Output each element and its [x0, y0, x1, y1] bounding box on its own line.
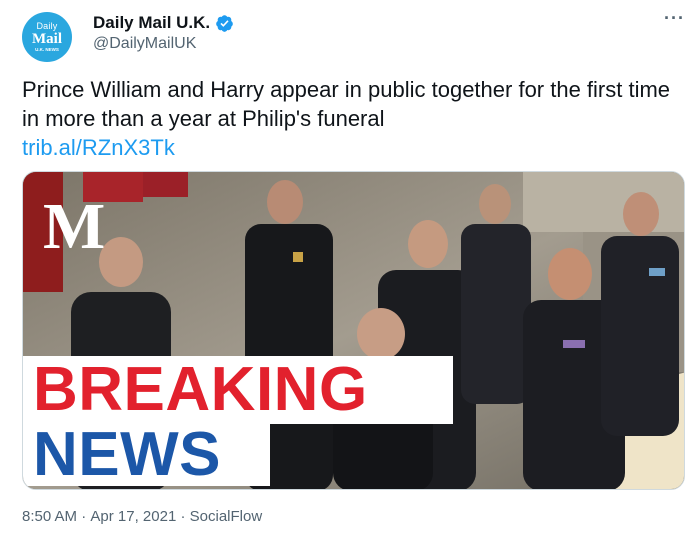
tweet-body: Prince William and Harry appear in publi…: [22, 77, 671, 131]
author-handle[interactable]: @DailyMailUK: [93, 35, 196, 53]
verified-badge-icon: [216, 14, 233, 32]
meta-separator: ·: [176, 508, 190, 525]
tweet-source[interactable]: SocialFlow: [190, 508, 263, 525]
tweet-meta: 8:50 AM · Apr 17, 2021 · SocialFlow: [22, 508, 262, 525]
author-name-row[interactable]: Daily Mail U.K.: [93, 13, 234, 33]
tweet-link[interactable]: trib.al/RZnX3Tk: [22, 133, 682, 162]
news-text: NEWS: [33, 420, 221, 489]
daily-mail-logo: M: [43, 190, 106, 263]
avatar-line2: Mail: [32, 30, 62, 47]
tweet-text: Prince William and Harry appear in publi…: [22, 75, 682, 162]
news-banner: NEWS: [23, 424, 270, 486]
display-name[interactable]: Daily Mail U.K.: [93, 13, 210, 33]
tweet-time[interactable]: 8:50 AM: [22, 508, 77, 525]
breaking-banner: BREAKING: [23, 356, 453, 424]
breaking-text: BREAKING: [33, 355, 368, 424]
avatar[interactable]: Daily Mail U.K. NEWS: [22, 12, 72, 62]
avatar-line1: Daily: [36, 20, 58, 31]
tweet-date[interactable]: Apr 17, 2021: [90, 508, 176, 525]
tweet[interactable]: Daily Mail U.K. NEWS Daily Mail U.K. @Da…: [0, 0, 700, 544]
meta-separator: ·: [77, 508, 91, 525]
avatar-line3: U.K. NEWS: [35, 46, 59, 52]
tweet-media-image[interactable]: M BREAKING NEWS: [22, 171, 685, 490]
more-options-icon[interactable]: ···: [664, 8, 685, 29]
